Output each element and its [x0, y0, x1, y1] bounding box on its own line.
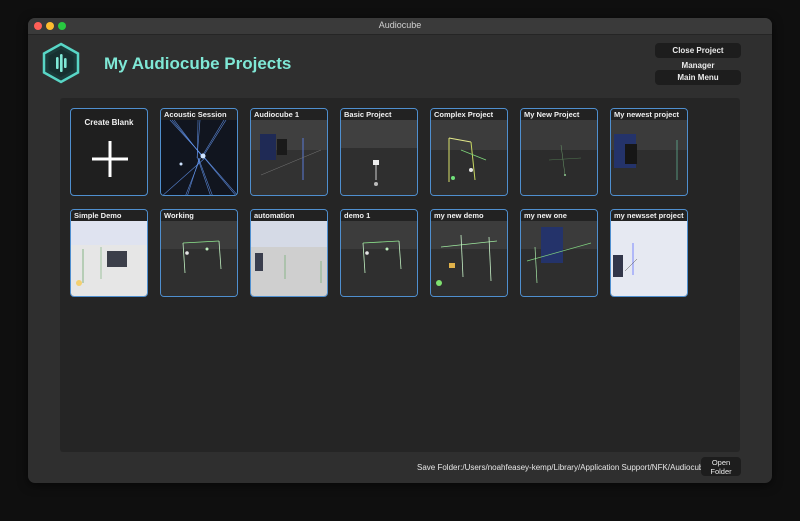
project-name: Working: [161, 210, 237, 221]
page-title: My Audiocube Projects: [104, 54, 292, 73]
project-tile[interactable]: my new demo: [430, 209, 508, 297]
project-name: My New Project: [521, 109, 597, 120]
plus-icon: [92, 141, 128, 177]
projects-panel: Create Blank Acoustic Session Audiocube 1…: [60, 98, 740, 452]
project-tile[interactable]: automation: [250, 209, 328, 297]
create-blank-label: Create Blank: [84, 118, 134, 127]
project-thumbnail: [161, 120, 237, 195]
project-thumbnail: [341, 221, 417, 296]
project-thumbnail: [521, 120, 597, 195]
project-name: My newest project: [611, 109, 687, 120]
close-project-manager-button[interactable]: Close Project Manager: [655, 43, 741, 70]
project-tile[interactable]: My New Project: [520, 108, 598, 196]
project-name: my new one: [521, 210, 597, 221]
project-thumbnail: [251, 221, 327, 296]
audiocube-logo-icon: [42, 42, 80, 84]
project-thumbnail: [431, 221, 507, 296]
project-name: my new demo: [431, 210, 507, 221]
project-tile[interactable]: Simple Demo: [70, 209, 148, 297]
project-tile[interactable]: demo 1: [340, 209, 418, 297]
project-name: Basic Project: [341, 109, 417, 120]
project-name: Audiocube 1: [251, 109, 327, 120]
open-folder-button[interactable]: Open Folder: [701, 457, 741, 476]
project-name: my newsset project: [611, 210, 687, 221]
project-tile[interactable]: Complex Project: [430, 108, 508, 196]
project-tile[interactable]: my new one: [520, 209, 598, 297]
project-thumbnail: [431, 120, 507, 195]
save-folder-path: Save Folder:/Users/noahfeasey-kemp/Libra…: [417, 463, 708, 472]
project-tile[interactable]: Working: [160, 209, 238, 297]
project-name: Complex Project: [431, 109, 507, 120]
project-thumbnail: [611, 221, 687, 296]
project-name: automation: [251, 210, 327, 221]
project-name: demo 1: [341, 210, 417, 221]
main-menu-button[interactable]: Main Menu: [655, 70, 741, 85]
project-name: Simple Demo: [71, 210, 147, 221]
title-bar: Audiocube: [28, 18, 772, 35]
project-tile[interactable]: Acoustic Session: [160, 108, 238, 196]
project-thumbnail: [341, 120, 417, 195]
project-name: Acoustic Session: [161, 109, 237, 120]
project-tile[interactable]: My newest project: [610, 108, 688, 196]
project-thumbnail: [71, 221, 147, 296]
project-thumbnail: [611, 120, 687, 195]
window-title: Audiocube: [378, 20, 422, 30]
project-tile[interactable]: Basic Project: [340, 108, 418, 196]
project-thumbnail: [161, 221, 237, 296]
project-thumbnail: [251, 120, 327, 195]
project-thumbnail: [521, 221, 597, 296]
project-tile[interactable]: my newsset project: [610, 209, 688, 297]
project-tile[interactable]: Audiocube 1: [250, 108, 328, 196]
create-blank-tile[interactable]: Create Blank: [70, 108, 148, 196]
app-window: Audiocube My Audiocube Projects Close Pr…: [28, 18, 772, 483]
